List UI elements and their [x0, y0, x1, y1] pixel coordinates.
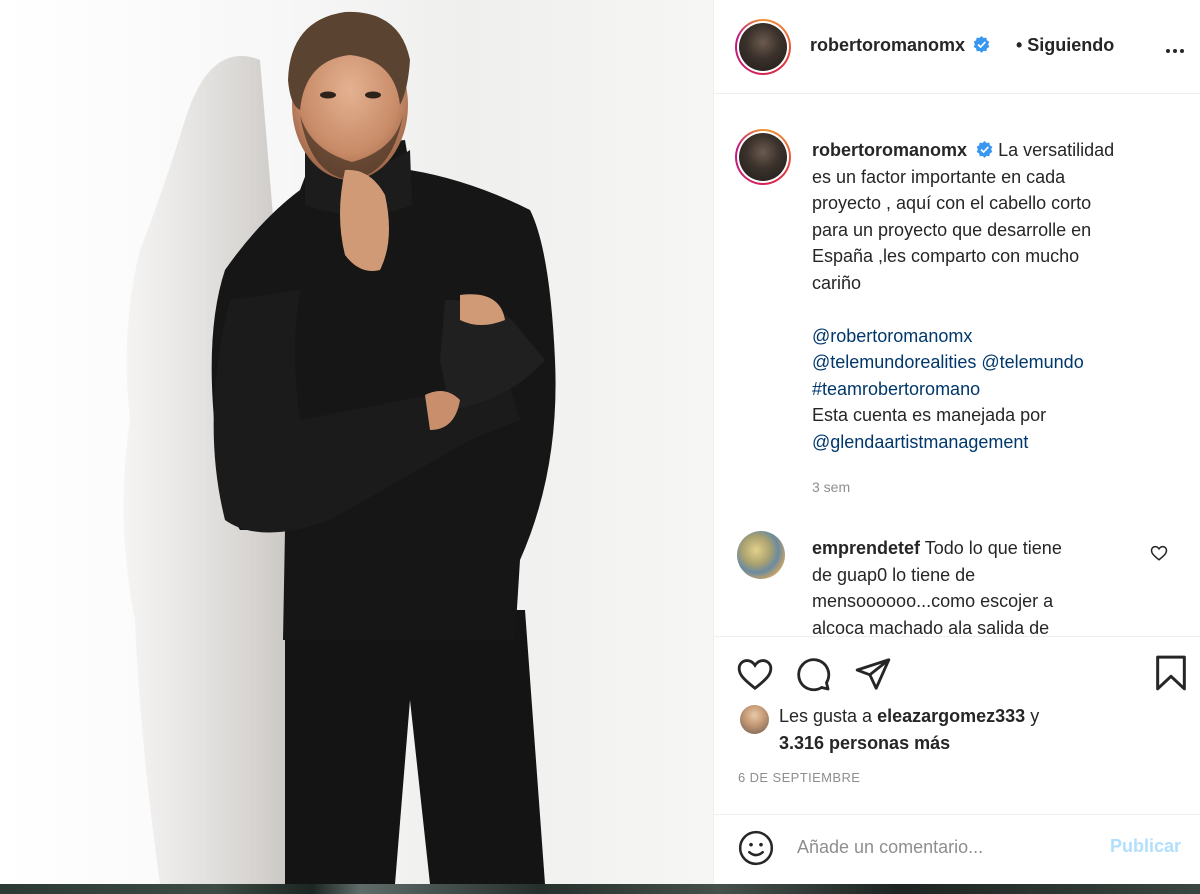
commenter-username[interactable]: emprendetef — [812, 538, 920, 558]
comment-text-line: Todo lo que tiene — [924, 538, 1062, 558]
comment-item: emprendetef Todo lo que tiene de guap0 l… — [812, 535, 1132, 635]
caption-line: España ,les comparto con mucho — [812, 246, 1080, 266]
caption-line: La versatilidad — [998, 140, 1115, 160]
share-icon[interactable] — [854, 655, 892, 693]
post-actions-section: Les gusta a eleazargomez333 y 3.316 pers… — [714, 636, 1200, 814]
likes-conj: y — [1030, 706, 1040, 726]
comment-like-heart-icon[interactable] — [1150, 544, 1168, 562]
verified-badge-icon — [976, 141, 993, 158]
caption-line: es un factor importante en cada — [812, 166, 1066, 187]
caption-time-ago[interactable]: 3 sem — [812, 479, 850, 495]
bookmark-icon[interactable] — [1151, 653, 1191, 693]
caption-line: cariño — [812, 272, 862, 293]
author-avatar[interactable] — [735, 19, 791, 75]
background-strip — [0, 884, 1200, 894]
mention-link[interactable]: @telemundorealities — [812, 352, 976, 372]
publish-button[interactable]: Publicar — [1110, 836, 1181, 857]
likes-summary: Les gusta a eleazargomez333 y 3.316 pers… — [779, 703, 1109, 757]
post-caption: robertoromanomx La versatilidad es un fa… — [812, 137, 1152, 455]
mention-link[interactable]: @glendaartistmanagement — [812, 429, 1152, 456]
caption-author-avatar[interactable] — [735, 129, 791, 185]
liker-username[interactable]: eleazargomez333 — [877, 706, 1025, 726]
comment-text-line: mensoooooo...como escojer a — [812, 591, 1054, 611]
comment-text-line: de guap0 lo tiene de — [812, 564, 976, 585]
post-header: robertoromanomx • Siguiendo — [714, 0, 1200, 94]
post-side-panel: robertoromanomx • Siguiendo robertoroman… — [713, 0, 1200, 884]
verified-badge-icon — [974, 36, 990, 53]
liker-avatar[interactable] — [740, 705, 769, 734]
comment-icon[interactable] — [794, 655, 832, 693]
caption-line: proyecto , aquí con el cabello corto — [812, 193, 1092, 213]
emoji-icon[interactable] — [736, 828, 776, 868]
author-username[interactable]: robertoromanomx — [810, 35, 965, 55]
mention-link[interactable]: @telemundo — [981, 352, 1083, 372]
post-photo[interactable] — [0, 0, 713, 884]
post-date[interactable]: 6 DE SEPTIEMBRE — [738, 770, 860, 785]
likes-count-link[interactable]: 3.316 personas más — [779, 733, 950, 753]
mention-link[interactable]: @robertoromanomx — [812, 323, 1152, 350]
comment-text-line: alcoca machado ala salida de — [812, 617, 1050, 636]
comment-input[interactable]: Añade un comentario... — [797, 837, 983, 858]
heart-icon[interactable] — [736, 655, 774, 693]
more-options-icon[interactable] — [1166, 40, 1187, 58]
commenter-avatar[interactable] — [737, 531, 785, 579]
likes-prefix: Les gusta a — [779, 706, 873, 726]
caption-username[interactable]: robertoromanomx — [812, 140, 967, 160]
add-comment-bar: Añade un comentario... Publicar — [714, 814, 1200, 884]
caption-line: para un proyecto que desarrolle en — [812, 219, 1092, 240]
managed-by-text: Esta cuenta es manejada por — [812, 405, 1047, 425]
hashtag-link[interactable]: #teamrobertoromano — [812, 376, 1152, 403]
follow-status-button[interactable]: • Siguiendo — [1016, 35, 1114, 56]
comments-scroll-area[interactable]: robertoromanomx La versatilidad es un fa… — [714, 95, 1200, 635]
post-photo-illustration — [123, 11, 556, 884]
